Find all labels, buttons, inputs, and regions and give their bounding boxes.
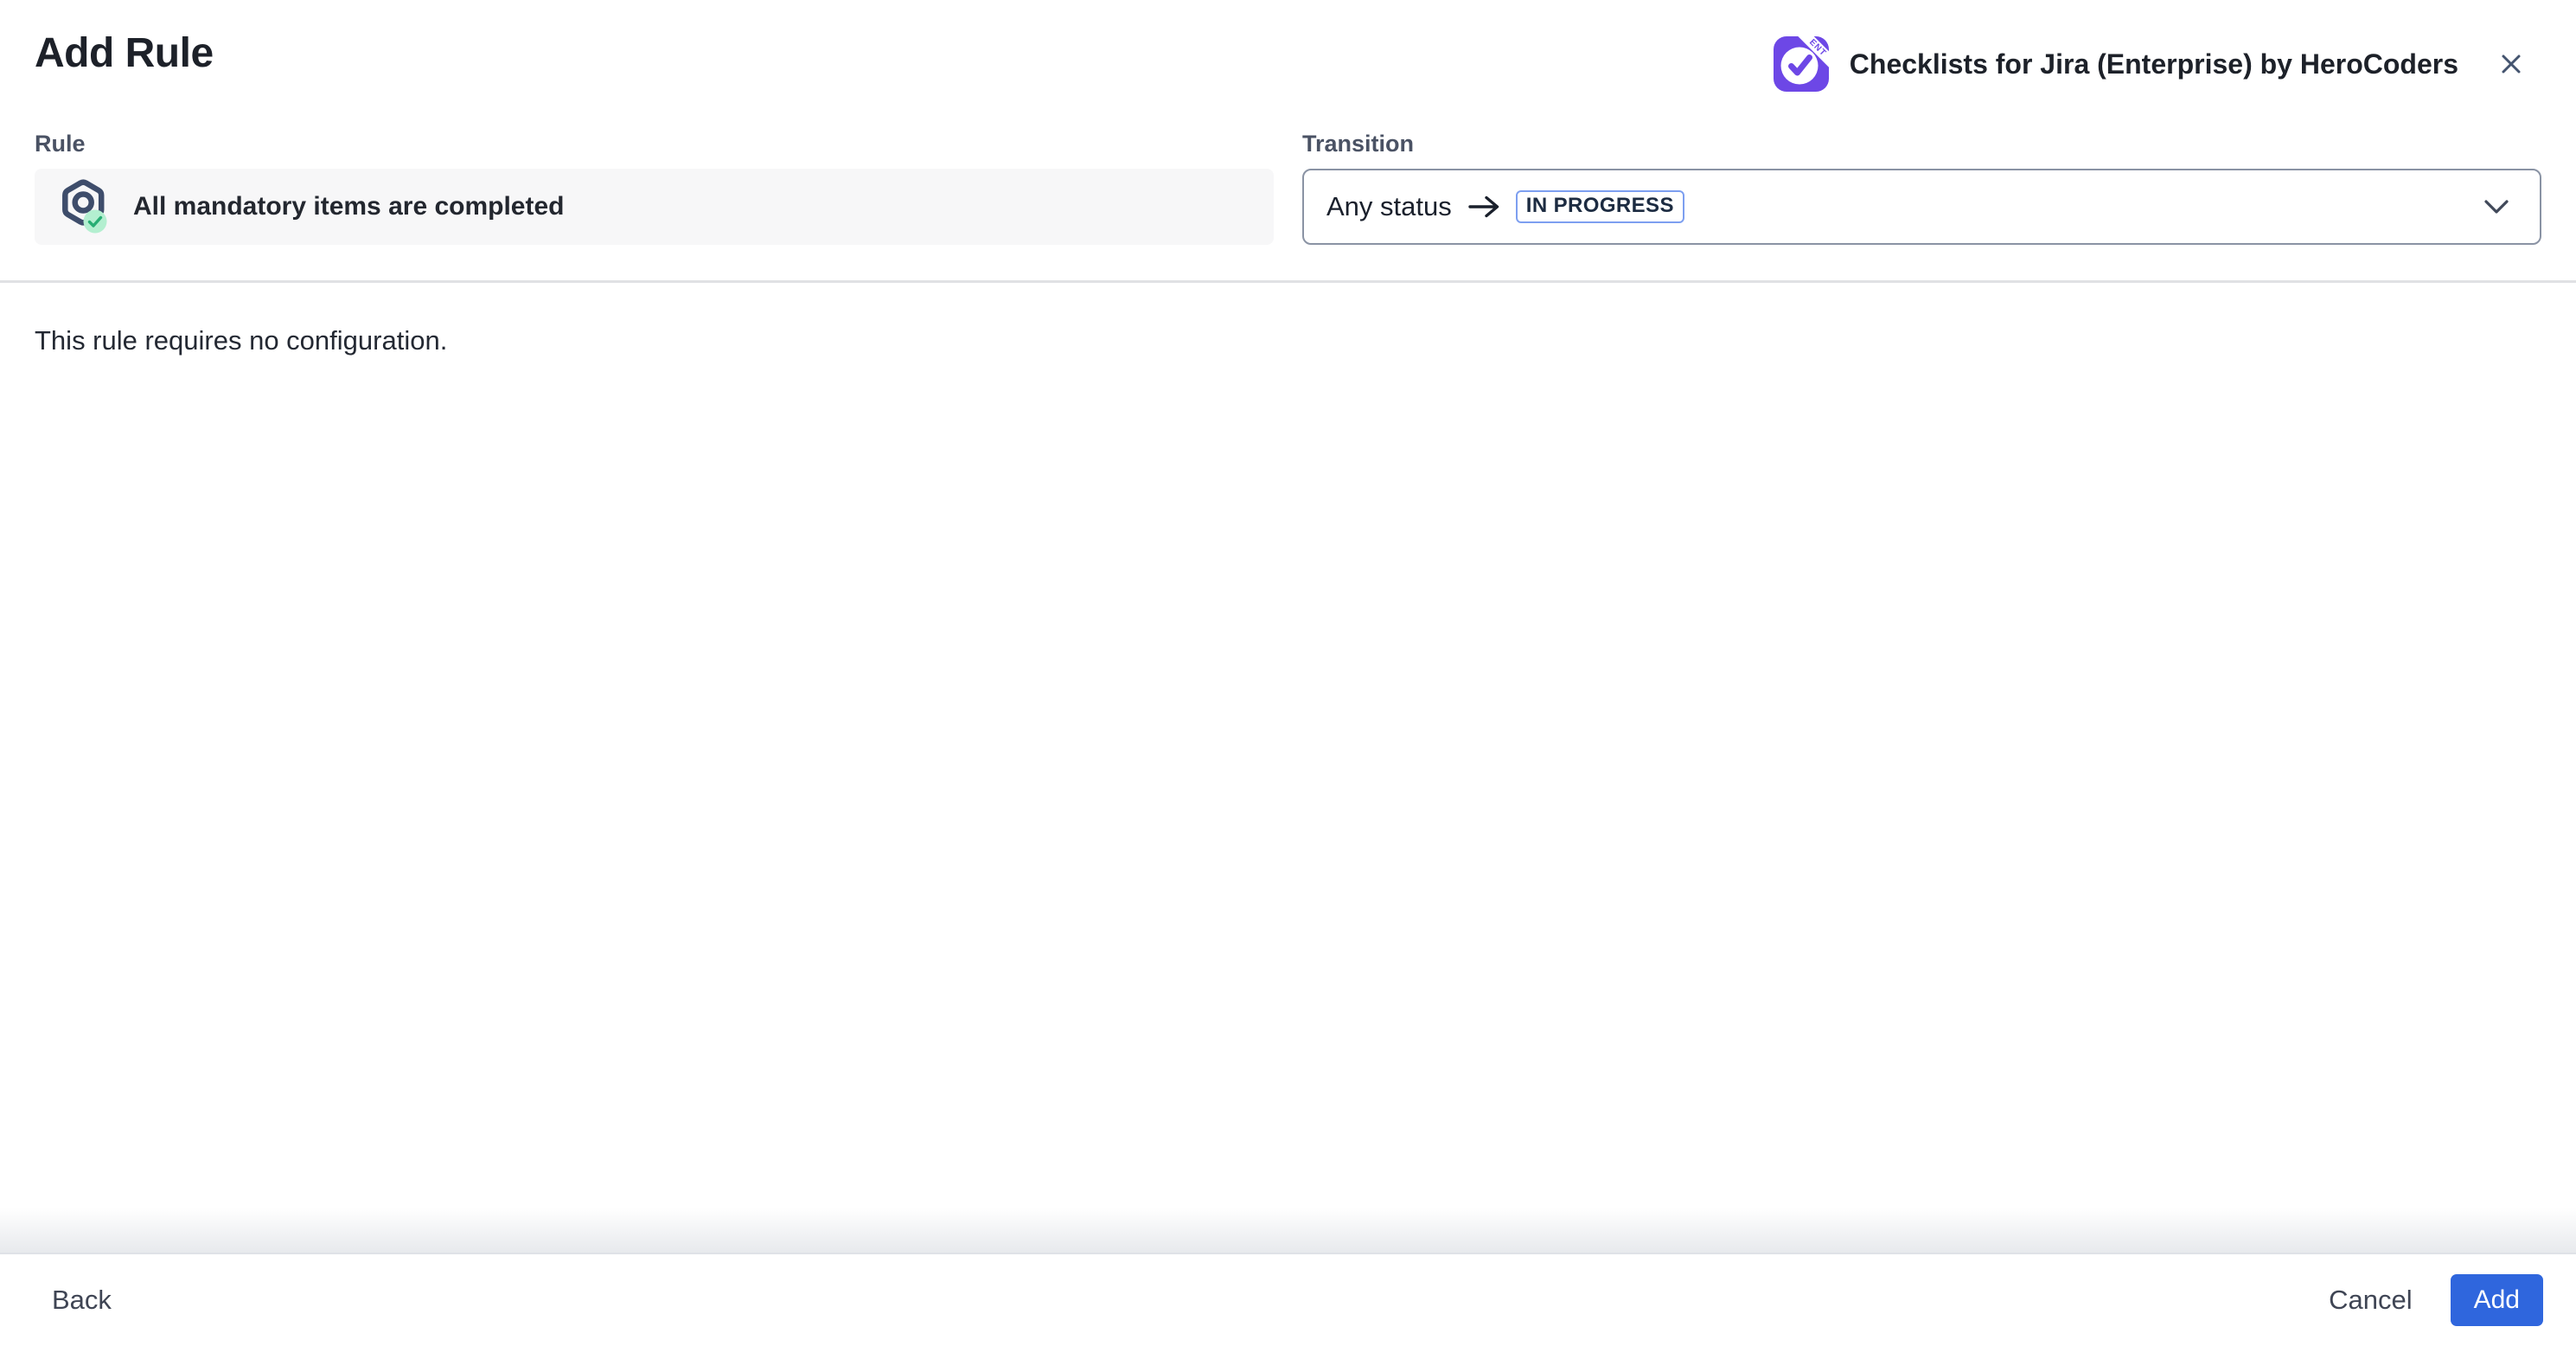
status-lozenge: IN PROGRESS (1516, 190, 1684, 223)
cancel-button[interactable]: Cancel (2329, 1285, 2413, 1316)
no-config-message: This rule requires no configuration. (35, 324, 447, 358)
mandatory-policy-check-icon (55, 178, 111, 235)
app-name: Checklists for Jira (Enterprise) by Hero… (1850, 48, 2458, 80)
footer-actions: Cancel Add (2329, 1274, 2543, 1326)
content-divider (0, 280, 2576, 283)
transition-select[interactable]: Any status IN PROGRESS (1302, 169, 2541, 245)
footer-shadow (0, 1208, 2576, 1253)
dialog-footer: Back Cancel Add (0, 1253, 2576, 1346)
app-info: ENT Checklists for Jira (Enterprise) by … (1774, 35, 2531, 93)
back-button[interactable]: Back (52, 1285, 112, 1316)
arrow-right-icon (1467, 194, 1502, 220)
transition-label: Transition (1302, 131, 2541, 157)
close-icon (2495, 48, 2528, 80)
add-button[interactable]: Add (2451, 1274, 2543, 1326)
transition-from-status: Any status (1326, 191, 1452, 222)
rule-field: Rule All mandatory items are completed (35, 131, 1274, 245)
selected-rule: All mandatory items are completed (35, 169, 1274, 245)
close-button[interactable] (2491, 44, 2531, 84)
app-icon: ENT (1774, 36, 1829, 92)
chevron-down-icon (2483, 198, 2510, 215)
rule-form: Rule All mandatory items are completed T… (35, 131, 2541, 245)
page-title: Add Rule (35, 29, 214, 77)
selected-rule-label: All mandatory items are completed (133, 192, 565, 221)
transition-field: Transition Any status IN PROGRESS (1302, 131, 2541, 245)
rule-label: Rule (35, 131, 1274, 157)
